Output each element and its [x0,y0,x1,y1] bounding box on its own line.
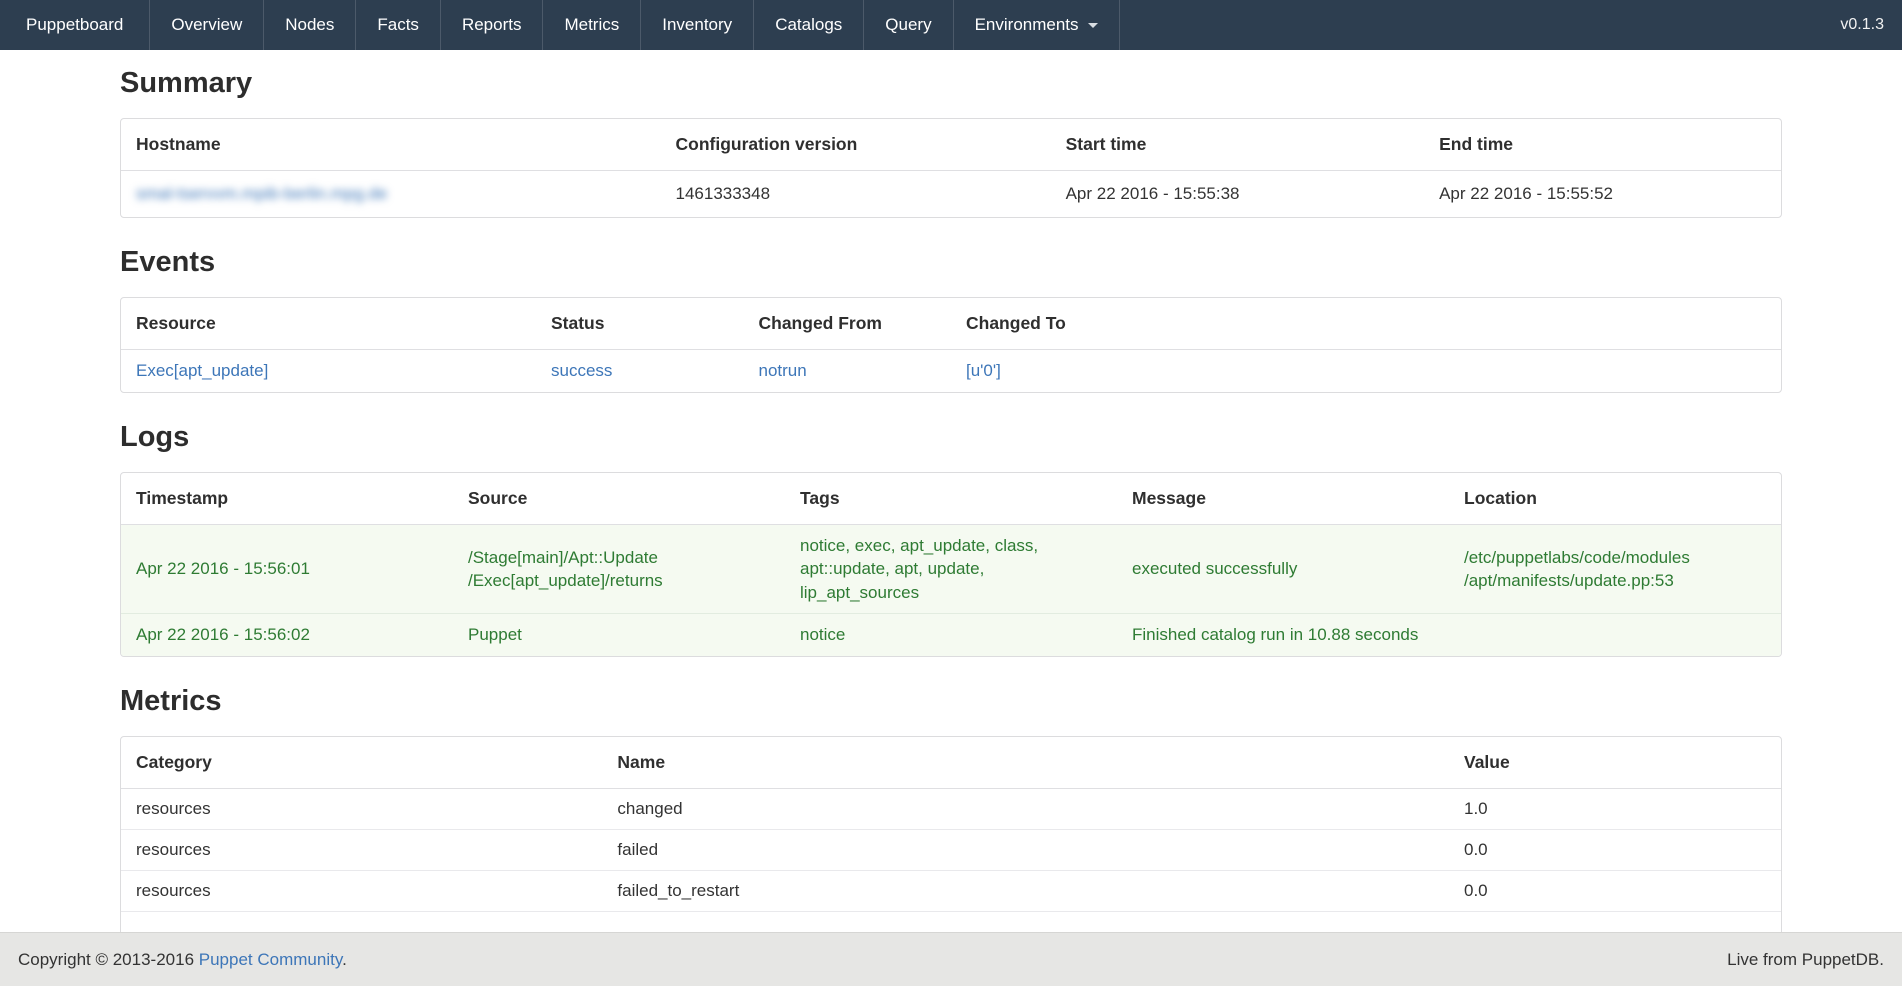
events-heading: Events [120,248,1782,277]
end-time-cell: Apr 22 2016 - 15:55:52 [1424,171,1781,218]
metric-name-cell: failed_to_restart [602,870,1449,911]
summary-col-config-version: Configuration version [661,119,1051,171]
app-version-label: v0.1.3 [1822,0,1902,50]
log-tags-cell: notice [785,614,1117,656]
events-panel: Resource Status Changed From Changed To … [120,297,1782,393]
nav-brand-puppetboard[interactable]: Puppetboard [0,0,149,50]
events-row: Exec[apt_update] success notrun [u'0'] [121,350,1781,393]
summary-panel: Hostname Configuration version Start tim… [120,118,1782,218]
start-time-cell: Apr 22 2016 - 15:55:38 [1051,171,1425,218]
logs-panel: Timestamp Source Tags Message Location A… [120,472,1782,657]
environments-dropdown-label: Environments [975,15,1079,35]
top-navbar: Puppetboard Overview Nodes Facts Reports… [0,0,1902,50]
metric-name-cell: failed [602,829,1449,870]
events-table: Resource Status Changed From Changed To … [121,298,1781,392]
changed-to-cell: [u'0'] [951,350,1781,393]
log-row: Apr 22 2016 - 15:56:01 /Stage[main]/Apt:… [121,525,1781,614]
environments-dropdown[interactable]: Environments [953,0,1120,50]
copyright-suffix: . [342,950,347,969]
logs-col-tags: Tags [785,473,1117,525]
logs-heading: Logs [120,423,1782,452]
log-message-cell: executed successfully [1117,525,1449,614]
metrics-heading: Metrics [120,687,1782,716]
nav-item-query[interactable]: Query [863,0,952,50]
metrics-header-row: Category Name Value [121,737,1781,789]
log-location-cell: /etc/puppetlabs/code/modules /apt/manife… [1449,525,1781,614]
nav-item-catalogs[interactable]: Catalogs [753,0,863,50]
metrics-table: Category Name Value resources changed 1.… [121,737,1781,952]
logs-header-row: Timestamp Source Tags Message Location [121,473,1781,525]
summary-col-hostname: Hostname [121,119,661,171]
events-col-status: Status [536,298,744,350]
changed-from-link[interactable]: notrun [759,361,807,380]
page-footer: Copyright © 2013-2016 Puppet Community. … [0,932,1902,986]
metric-value-cell: 0.0 [1449,870,1781,911]
hostname-link[interactable]: smal-tservvm.mpib-berlin.mpg.de [136,184,387,203]
events-col-changed-to: Changed To [951,298,1781,350]
resource-link[interactable]: Exec[apt_update] [136,361,268,380]
status-link[interactable]: success [551,361,612,380]
events-col-changed-from: Changed From [744,298,952,350]
summary-row: smal-tservvm.mpib-berlin.mpg.de 14613333… [121,171,1781,218]
nav-item-metrics[interactable]: Metrics [542,0,640,50]
log-row: Apr 22 2016 - 15:56:02 Puppet notice Fin… [121,614,1781,656]
puppet-community-link[interactable]: Puppet Community [199,950,342,969]
chevron-down-icon [1088,23,1098,28]
nav-item-nodes[interactable]: Nodes [263,0,355,50]
changed-to-link[interactable]: [u'0'] [966,361,1001,380]
config-version-cell: 1461333348 [661,171,1051,218]
logs-col-source: Source [453,473,785,525]
copyright-prefix: Copyright © 2013-2016 [18,950,199,969]
metric-category-cell: resources [121,870,602,911]
events-col-resource: Resource [121,298,536,350]
events-header-row: Resource Status Changed From Changed To [121,298,1781,350]
metrics-col-category: Category [121,737,602,789]
log-timestamp-cell: Apr 22 2016 - 15:56:02 [121,614,453,656]
logs-col-message: Message [1117,473,1449,525]
status-cell: success [536,350,744,393]
metrics-panel: Category Name Value resources changed 1.… [120,736,1782,953]
metrics-col-name: Name [602,737,1449,789]
metric-category-cell: resources [121,829,602,870]
metric-row: resources failed_to_restart 0.0 [121,870,1781,911]
hostname-cell: smal-tservvm.mpib-berlin.mpg.de [121,171,661,218]
copyright-text: Copyright © 2013-2016 Puppet Community. [18,950,347,970]
summary-col-end-time: End time [1424,119,1781,171]
log-tags-cell: notice, exec, apt_update, class, apt::up… [785,525,1117,614]
resource-cell: Exec[apt_update] [121,350,536,393]
metric-category-cell: resources [121,788,602,829]
nav-item-inventory[interactable]: Inventory [640,0,753,50]
nav-item-overview[interactable]: Overview [149,0,263,50]
metric-row: resources failed 0.0 [121,829,1781,870]
log-source-cell: Puppet [453,614,785,656]
logs-table: Timestamp Source Tags Message Location A… [121,473,1781,656]
summary-col-start-time: Start time [1051,119,1425,171]
log-location-cell [1449,614,1781,656]
metrics-col-value: Value [1449,737,1781,789]
nav-item-facts[interactable]: Facts [355,0,440,50]
changed-from-cell: notrun [744,350,952,393]
summary-table: Hostname Configuration version Start tim… [121,119,1781,217]
logs-col-timestamp: Timestamp [121,473,453,525]
metric-value-cell: 0.0 [1449,829,1781,870]
log-source-cell: /Stage[main]/Apt::Update /Exec[apt_updat… [453,525,785,614]
summary-heading: Summary [120,69,1782,98]
metric-name-cell: changed [602,788,1449,829]
nav-item-reports[interactable]: Reports [440,0,543,50]
puppetdb-status-text: Live from PuppetDB. [1727,950,1884,970]
main-content: Summary Hostname Configuration version S… [120,69,1782,953]
summary-header-row: Hostname Configuration version Start tim… [121,119,1781,171]
logs-col-location: Location [1449,473,1781,525]
log-message-cell: Finished catalog run in 10.88 seconds [1117,614,1449,656]
log-timestamp-cell: Apr 22 2016 - 15:56:01 [121,525,453,614]
metric-row: resources changed 1.0 [121,788,1781,829]
metric-value-cell: 1.0 [1449,788,1781,829]
